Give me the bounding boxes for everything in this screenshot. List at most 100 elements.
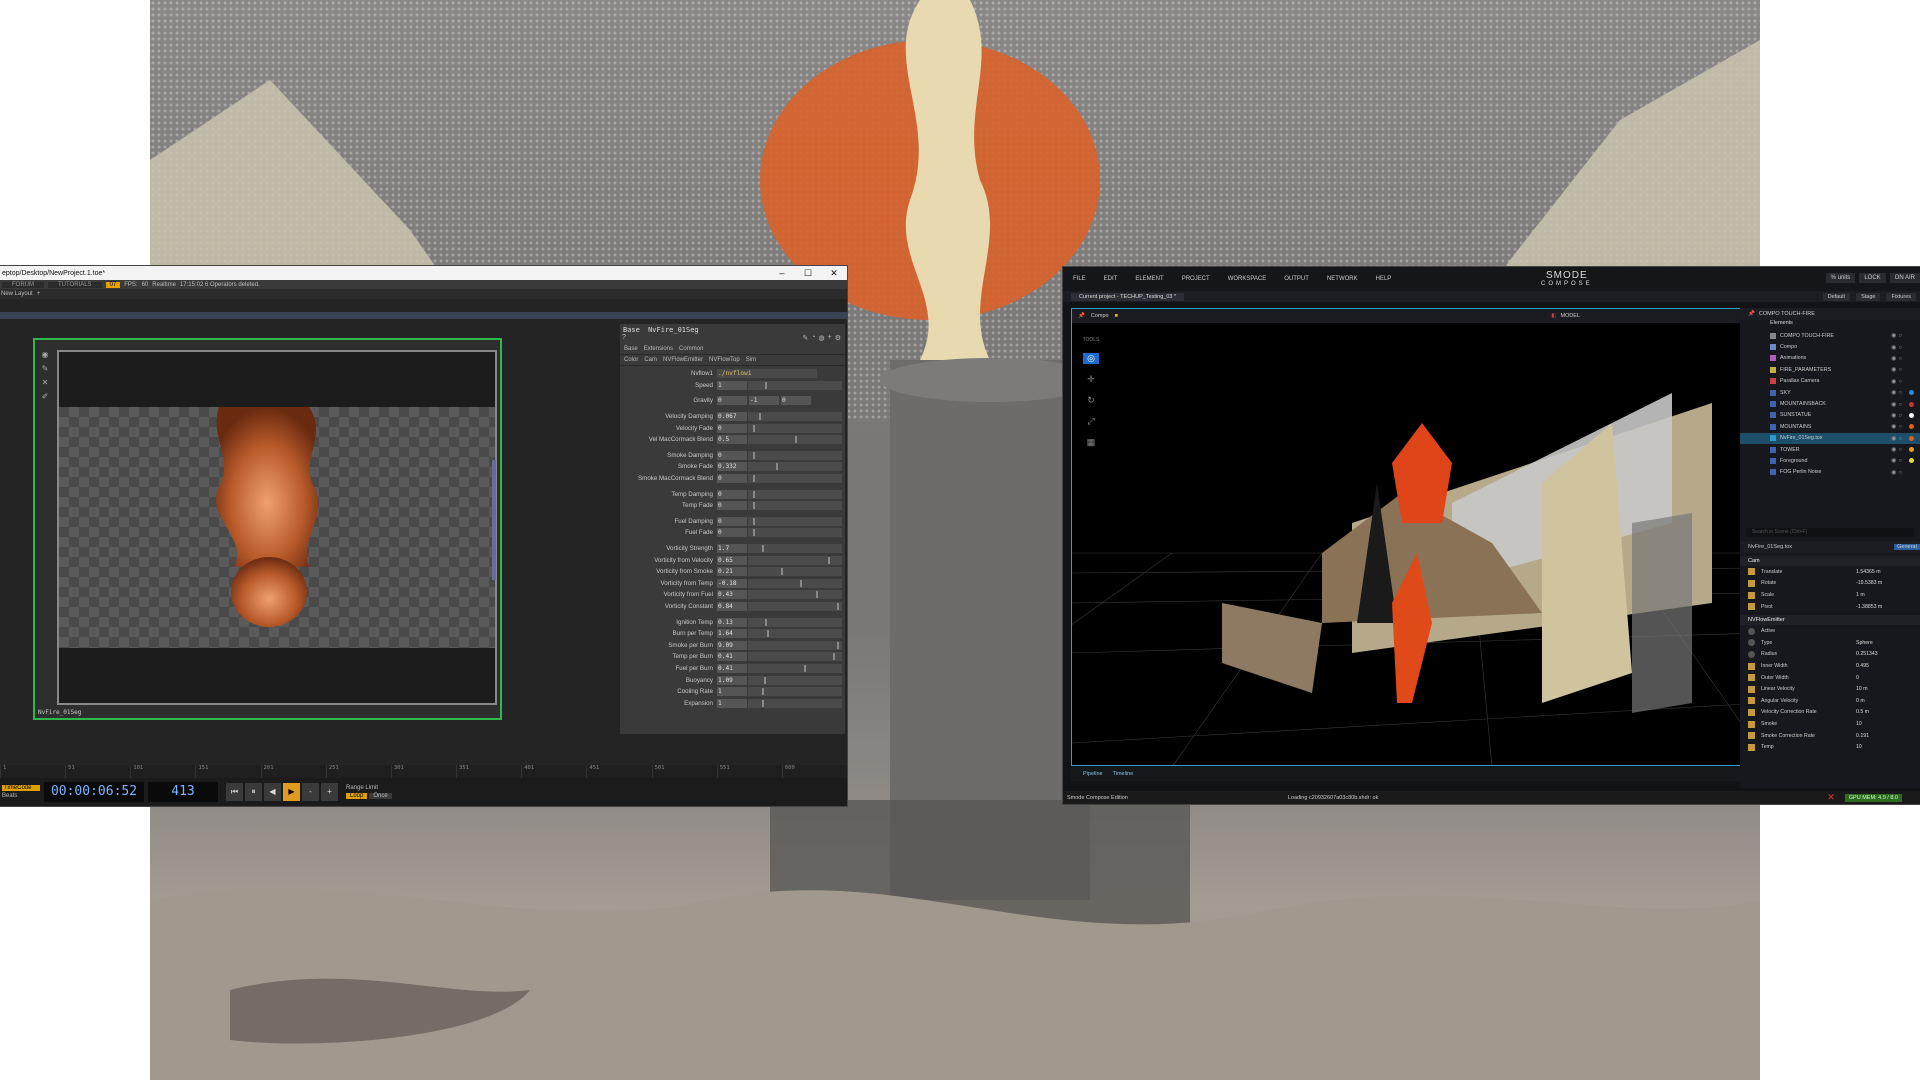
property-row[interactable]: Rotate -19.5383 m	[1740, 578, 1920, 590]
param-value-field[interactable]: 1.7	[717, 544, 747, 554]
error-icon[interactable]: ✕	[1827, 792, 1835, 803]
param-value-field[interactable]: 0	[717, 450, 747, 460]
menu-item[interactable]: ELEMENT	[1135, 276, 1163, 282]
property-value[interactable]: 0.251343	[1856, 651, 1878, 657]
slider-handle[interactable]	[752, 529, 755, 537]
param-slider[interactable]	[748, 435, 842, 445]
param-slider[interactable]	[748, 501, 842, 511]
param-value-field[interactable]: 0.65	[717, 555, 747, 565]
param-value-field[interactable]: 1.64	[717, 629, 747, 639]
param-slider[interactable]	[748, 590, 842, 600]
layout-tab[interactable]: New Layout	[1, 291, 33, 297]
property-row[interactable]: Velocity Correction Rate 0.5 m	[1740, 707, 1920, 719]
param-slider[interactable]	[748, 617, 842, 627]
slider-handle[interactable]	[752, 475, 755, 483]
param-tab[interactable]: Extensions	[644, 346, 673, 352]
tab-pipeline[interactable]: Pipeline	[1083, 771, 1103, 777]
param-slider[interactable]	[748, 652, 842, 662]
param-value-field[interactable]: 1	[717, 698, 747, 708]
slider-handle[interactable]	[752, 517, 755, 525]
slider-handle[interactable]	[764, 381, 767, 389]
transport-button[interactable]: +	[321, 783, 338, 801]
color-dot[interactable]	[1909, 401, 1914, 407]
param-slider[interactable]	[748, 489, 842, 499]
visibility-eye-icon[interactable]: ◉○	[1891, 366, 1904, 373]
param-value-field[interactable]: 0.332	[717, 462, 747, 472]
pin-icon[interactable]: 📌	[1748, 311, 1755, 317]
list-item[interactable]: SKY ◉○	[1740, 387, 1920, 398]
maximize-button[interactable]: ☐	[795, 268, 821, 279]
project-tab[interactable]: Current project - TECHUP_Testing_03 *	[1071, 292, 1185, 301]
property-row[interactable]: Translate 1.54365 m	[1740, 566, 1920, 578]
slider-handle[interactable]	[752, 451, 755, 459]
top-viewer[interactable]: ◉ ✎ ✕ ✐ NvFire_01Seg	[33, 338, 502, 720]
list-item[interactable]: MOUNTAINSBACK ◉○	[1740, 398, 1920, 409]
scene-search-input[interactable]: Search in Scene (Ctrl+F)	[1746, 528, 1914, 538]
param-value-field[interactable]: 0.067	[717, 412, 747, 422]
lock-button[interactable]: LOCK	[1859, 273, 1886, 283]
color-dot[interactable]	[1909, 435, 1914, 441]
param-slider[interactable]	[748, 698, 842, 708]
property-value[interactable]: 10 m	[1856, 686, 1868, 692]
param-value-field[interactable]: 1.09	[717, 675, 747, 685]
param-value-field[interactable]: 0	[717, 489, 747, 499]
param-custom-tab[interactable]: Cam	[644, 357, 657, 363]
minimize-button[interactable]: –	[769, 268, 795, 279]
menu-item[interactable]: EDIT	[1104, 276, 1118, 282]
param-slider[interactable]	[748, 687, 842, 697]
color-dot[interactable]	[1909, 390, 1914, 396]
property-value[interactable]: 0.495	[1856, 663, 1869, 669]
property-value[interactable]: 0 m	[1856, 698, 1865, 704]
add-layout-icon[interactable]: +	[37, 291, 41, 297]
loop-button[interactable]: Loop	[346, 793, 368, 799]
inspector-title[interactable]: NvFire_01Seg.tox	[1748, 544, 1792, 550]
param-slider[interactable]	[748, 555, 842, 565]
property-value[interactable]: 0.5 m	[1856, 709, 1869, 715]
list-item[interactable]: FOG Perlin Noise ◉○	[1740, 467, 1920, 478]
transport-button[interactable]: -	[302, 783, 319, 801]
param-slider[interactable]	[748, 544, 842, 554]
cam-section-title[interactable]: Cam	[1740, 556, 1920, 567]
tab-timeline[interactable]: Timeline	[1113, 771, 1134, 777]
list-item[interactable]: MOUNTAINS ◉○	[1740, 421, 1920, 432]
property-row[interactable]: Outer Width 0	[1740, 672, 1920, 684]
property-value[interactable]: -1.38853 m	[1856, 604, 1882, 610]
pin-icon[interactable]: 📌	[1078, 313, 1085, 319]
property-row[interactable]: Type Sphere	[1740, 637, 1920, 649]
param-value-field[interactable]: 0.41	[717, 652, 747, 662]
slider-handle[interactable]	[776, 463, 779, 471]
visibility-eye-icon[interactable]: ◉○	[1891, 423, 1904, 430]
slider-handle[interactable]	[762, 699, 765, 707]
param-slider[interactable]	[748, 663, 842, 673]
property-row[interactable]: Smoke Correction Rate 0.191	[1740, 730, 1920, 742]
transport-button[interactable]: ▶	[283, 783, 300, 801]
property-row[interactable]: Angular Velocity 0 m	[1740, 695, 1920, 707]
slider-handle[interactable]	[752, 424, 755, 432]
comment-icon[interactable]: ◔	[811, 334, 815, 344]
param-slider[interactable]	[748, 601, 842, 611]
param-value-field[interactable]: 0.13	[717, 617, 747, 627]
param-custom-tab[interactable]: Color	[624, 357, 638, 363]
property-value[interactable]: 1.54365 m	[1856, 569, 1881, 575]
visibility-eye-icon[interactable]: ◉○	[1891, 412, 1904, 419]
param-tab[interactable]: Base	[624, 346, 638, 352]
param-slider[interactable]	[748, 380, 842, 390]
add-icon[interactable]: +	[828, 334, 832, 344]
menu-item[interactable]: NETWORK	[1327, 276, 1358, 282]
slider-handle[interactable]	[763, 676, 766, 684]
transport-button[interactable]: ⏸	[245, 783, 262, 801]
help-icon[interactable]: ?	[622, 334, 626, 344]
list-item[interactable]: Animations ◉○	[1740, 353, 1920, 364]
on-air-button[interactable]: ON AIR	[1889, 273, 1920, 283]
viewport-compo-label[interactable]: Compo	[1091, 313, 1109, 319]
color-dot[interactable]	[1909, 458, 1914, 464]
menu-item[interactable]: HELP	[1376, 276, 1392, 282]
param-custom-tab[interactable]: NVFlowTop	[709, 357, 740, 363]
list-item[interactable]: NvFire_01Seg.tox ◉○	[1740, 432, 1920, 444]
list-item[interactable]: Parallax Camera ◉○	[1740, 376, 1920, 387]
param-value-field[interactable]: 0.43	[717, 590, 747, 600]
param-slider[interactable]	[748, 516, 842, 526]
visibility-eye-icon[interactable]: ◉○	[1891, 344, 1904, 351]
param-value-field[interactable]: 1	[717, 687, 747, 697]
property-value[interactable]: 0	[1856, 675, 1859, 681]
